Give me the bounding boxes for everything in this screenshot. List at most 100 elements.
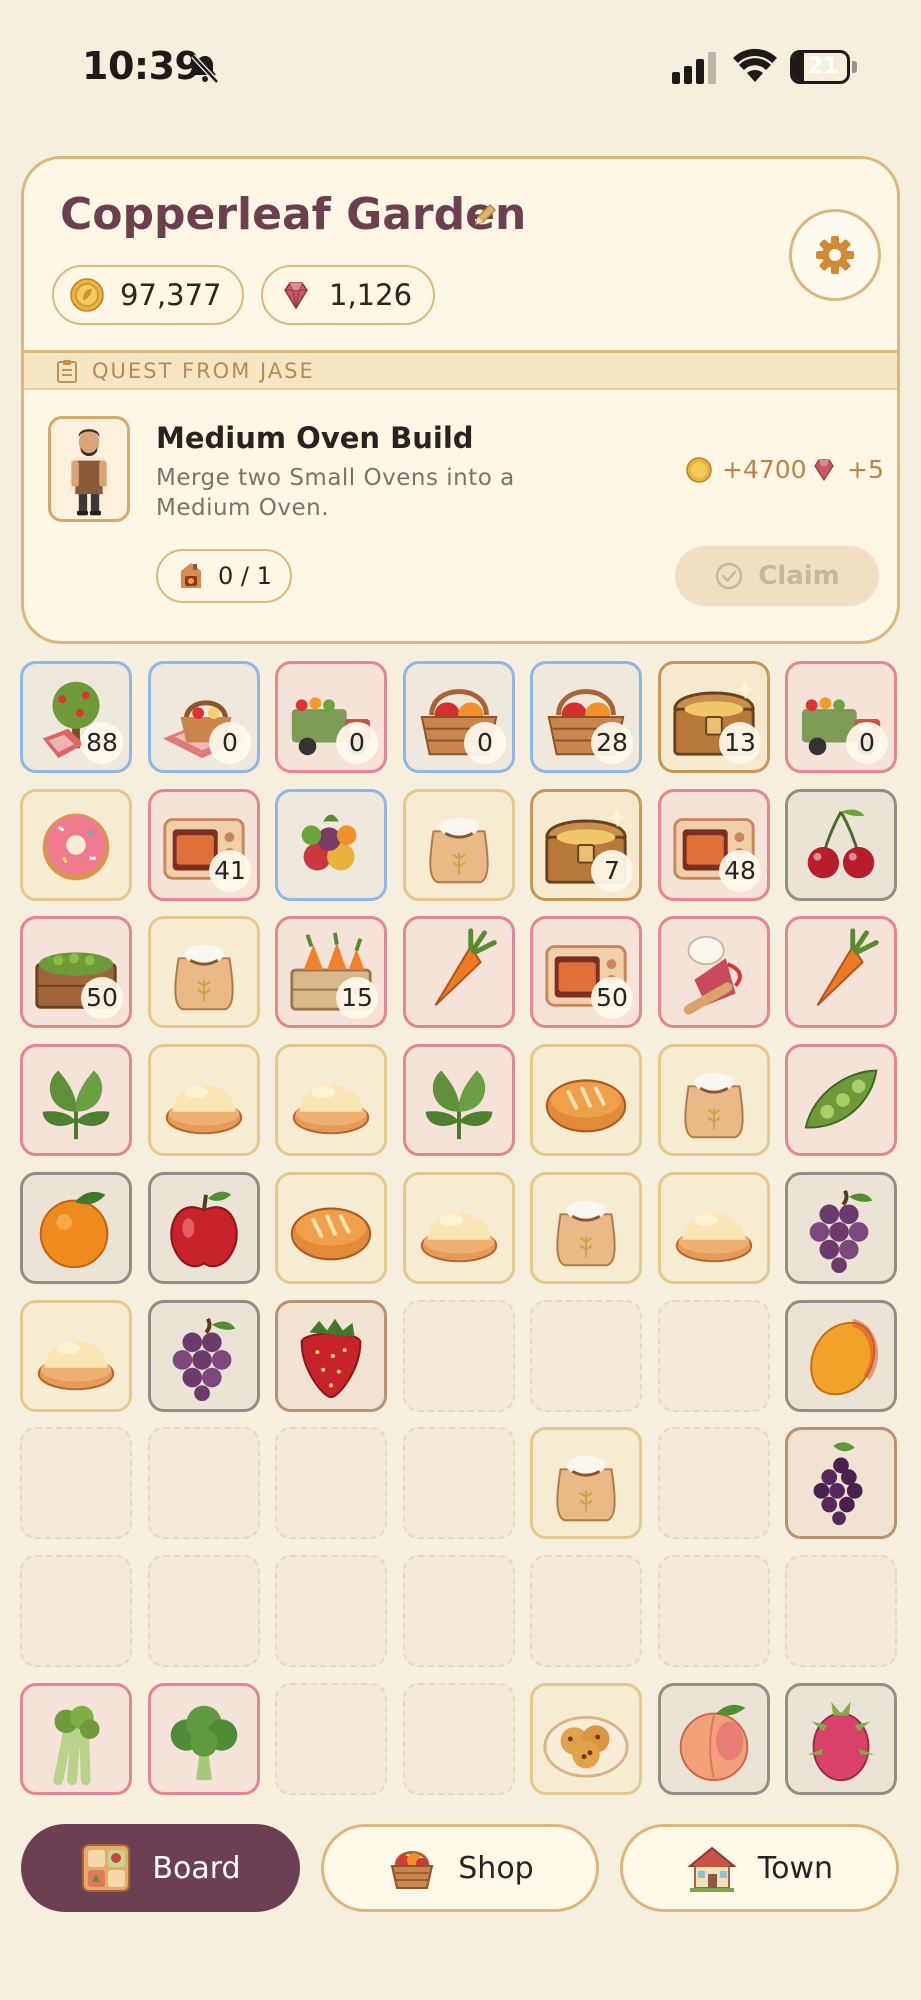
empty-board-slot[interactable]: [530, 1300, 642, 1412]
flour-sack-icon: [174, 944, 234, 1011]
board-tile-dough[interactable]: [20, 1300, 132, 1412]
quest-section-label: QUEST FROM JASE: [92, 358, 315, 383]
board-tile-flour-sack[interactable]: [658, 1044, 770, 1156]
garden-title[interactable]: Copperleaf Garden: [60, 189, 526, 240]
town-house-icon: [687, 1846, 737, 1892]
board-tile-dough[interactable]: [658, 1172, 770, 1284]
board-tile-fruit-basket[interactable]: 28: [530, 661, 642, 773]
board-tile-dough[interactable]: [275, 1044, 387, 1156]
spinach-icon: [42, 1070, 110, 1140]
board-tile-cherries[interactable]: [785, 789, 897, 901]
empty-board-slot[interactable]: [148, 1427, 260, 1539]
board-tile-flour-sack[interactable]: [148, 916, 260, 1028]
board-tile-flour-sack[interactable]: [530, 1427, 642, 1539]
board-tile-cookie-plate[interactable]: [530, 1683, 642, 1795]
edit-pencil-icon[interactable]: [471, 201, 499, 229]
board-tile-grapes[interactable]: [785, 1172, 897, 1284]
board-tile-baker-kit[interactable]: [658, 916, 770, 1028]
board-tile-carrot[interactable]: [785, 916, 897, 1028]
empty-board-slot[interactable]: [658, 1300, 770, 1412]
coin-icon: [70, 278, 104, 312]
board-tile-pea-pod[interactable]: [785, 1044, 897, 1156]
board-tile-carrot-crate[interactable]: 15: [275, 916, 387, 1028]
board-tile-flour-sack[interactable]: [403, 789, 515, 901]
board-tile-peach[interactable]: [658, 1683, 770, 1795]
board-tile-pea-crate[interactable]: 50: [20, 916, 132, 1028]
silent-bell-icon: [191, 54, 219, 84]
board-tile-spinach[interactable]: [20, 1044, 132, 1156]
empty-board-slot[interactable]: [658, 1427, 770, 1539]
empty-board-slot[interactable]: [20, 1555, 132, 1667]
board-tile-carrot[interactable]: [403, 916, 515, 1028]
board-tile-strawberry[interactable]: [275, 1300, 387, 1412]
board-tile-dragon-fruit[interactable]: [785, 1683, 897, 1795]
board-tile-fruit-basket[interactable]: 0: [403, 661, 515, 773]
board-tile-treasure-chest[interactable]: 13: [658, 661, 770, 773]
board-tile-grapes[interactable]: [148, 1300, 260, 1412]
empty-board-slot[interactable]: [403, 1555, 515, 1667]
claim-label: Claim: [758, 561, 840, 591]
board-tile-bread-loaf[interactable]: [275, 1172, 387, 1284]
blackberry-icon: [813, 1442, 863, 1526]
board-tile-oven[interactable]: 50: [530, 916, 642, 1028]
settings-button[interactable]: [789, 209, 881, 301]
quest-progress-text: 0 / 1: [218, 562, 272, 590]
generator-charge-count: 88: [81, 722, 123, 764]
empty-board-slot[interactable]: [530, 1555, 642, 1667]
generator-charge-count: 41: [209, 850, 251, 892]
board-tile-produce-truck[interactable]: 0: [785, 661, 897, 773]
donut-icon: [42, 813, 110, 881]
board-tile-produce-truck[interactable]: 0: [275, 661, 387, 773]
board-tile-orchard-tree[interactable]: 88: [20, 661, 132, 773]
empty-board-slot[interactable]: [275, 1683, 387, 1795]
board-tile-bread-loaf[interactable]: [530, 1044, 642, 1156]
claim-button[interactable]: Claim: [675, 546, 879, 606]
board-tile-donut[interactable]: [20, 789, 132, 901]
grapes-icon: [809, 1189, 873, 1274]
board-tile-broccoli[interactable]: [148, 1683, 260, 1795]
board-tile-fruit-pile[interactable]: [275, 789, 387, 901]
board-tile-treasure-chest[interactable]: 7: [530, 789, 642, 901]
empty-board-slot[interactable]: [148, 1555, 260, 1667]
board-tile-apple[interactable]: [148, 1172, 260, 1284]
board-tile-oven[interactable]: 48: [658, 789, 770, 901]
empty-board-slot[interactable]: [785, 1555, 897, 1667]
empty-board-slot[interactable]: [658, 1555, 770, 1667]
nav-town-button[interactable]: Town: [620, 1824, 899, 1912]
empty-board-slot[interactable]: [403, 1427, 515, 1539]
coin-balance: 97,377: [52, 265, 244, 325]
board-tile-dough[interactable]: [148, 1044, 260, 1156]
empty-board-slot[interactable]: [275, 1427, 387, 1539]
cell-signal-icon: [672, 52, 716, 84]
nav-board-button[interactable]: Board: [21, 1824, 300, 1912]
oven-icon: [181, 563, 201, 588]
merge-board: 88 0 0 0 28 13 0 41 7 48 50 15 50: [20, 661, 900, 1795]
dough-icon: [420, 1213, 498, 1263]
board-tile-picnic-basket[interactable]: 0: [148, 661, 260, 773]
board-tile-celery[interactable]: [20, 1683, 132, 1795]
board-tile-oven[interactable]: 41: [148, 789, 260, 901]
dough-icon: [675, 1213, 753, 1263]
empty-board-slot[interactable]: [275, 1555, 387, 1667]
empty-board-slot[interactable]: [403, 1683, 515, 1795]
generator-charge-count: 50: [591, 977, 633, 1019]
board-tile-spinach[interactable]: [403, 1044, 515, 1156]
generator-charge-count: 0: [336, 722, 378, 764]
board-tile-orange[interactable]: [20, 1172, 132, 1284]
gem-amount: 1,126: [329, 278, 413, 312]
battery-icon: 21: [790, 50, 857, 84]
baker-character-icon: [69, 429, 109, 516]
empty-board-slot[interactable]: [20, 1427, 132, 1539]
reward-gems: +5: [811, 455, 884, 484]
board-tile-mango[interactable]: [785, 1300, 897, 1412]
board-tile-flour-sack[interactable]: [530, 1172, 642, 1284]
board-tile-blackberry[interactable]: [785, 1427, 897, 1539]
nav-shop-button[interactable]: Shop: [321, 1824, 599, 1912]
board-tile-dough[interactable]: [403, 1172, 515, 1284]
empty-board-slot[interactable]: [403, 1300, 515, 1412]
nav-board-label: Board: [152, 1850, 241, 1886]
gear-icon: [816, 236, 854, 274]
peach-icon: [679, 1704, 749, 1782]
cherries-icon: [807, 809, 875, 879]
generator-charge-count: 13: [719, 722, 761, 764]
